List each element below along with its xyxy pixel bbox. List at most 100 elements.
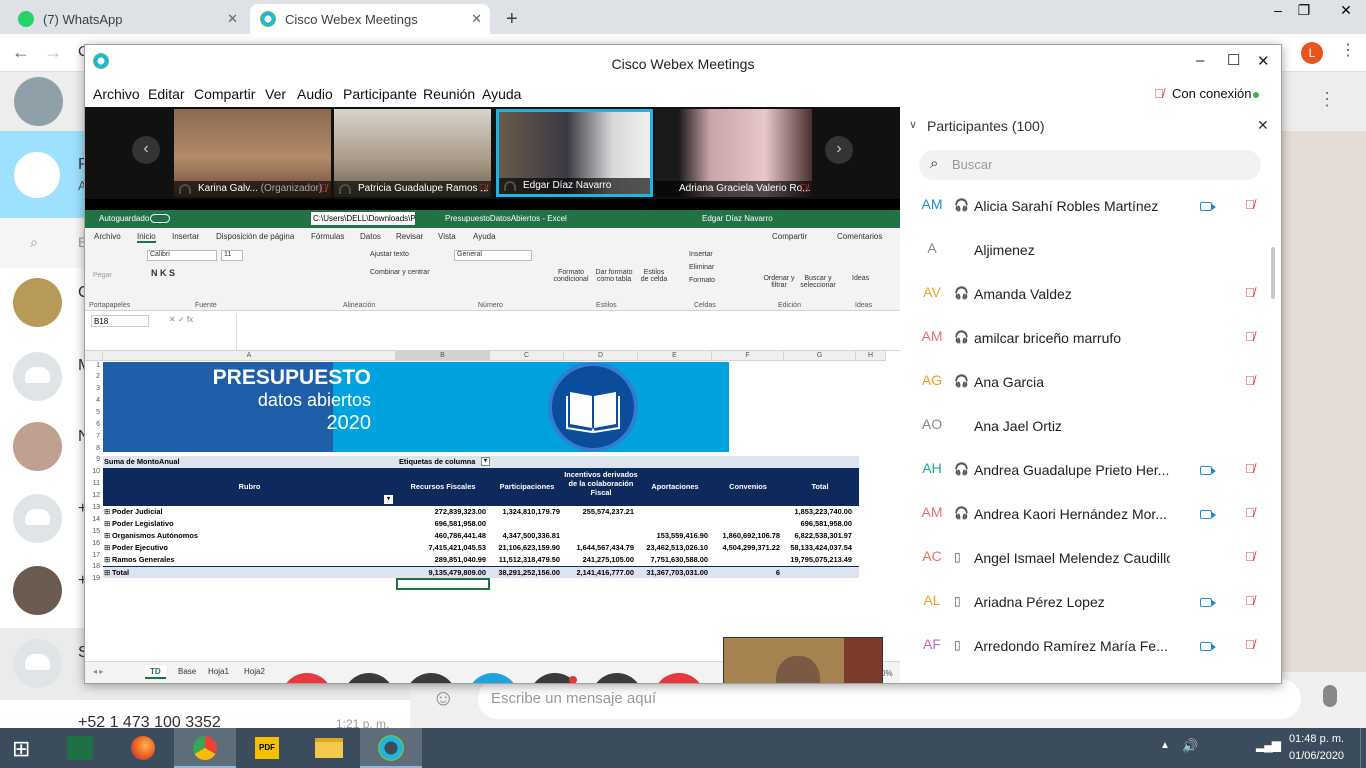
taskbar-webex[interactable]: [360, 728, 422, 768]
menu-icon[interactable]: ⋮: [1318, 89, 1336, 110]
chevron-down-icon[interactable]: ∨: [909, 118, 917, 131]
sheet-nav-icon[interactable]: ◂ ▸: [93, 667, 103, 676]
participant-row[interactable]: AV 🎧 Amanda Valdez 🎙̸: [900, 274, 1281, 318]
pivot-value-cell[interactable]: 23,462,513,026.10: [638, 542, 708, 554]
expand-icon[interactable]: ⊞: [104, 542, 110, 554]
avatar[interactable]: [13, 422, 62, 471]
column-header[interactable]: C: [490, 351, 564, 361]
column-header[interactable]: D: [564, 351, 638, 361]
chevron-right-icon[interactable]: ›: [825, 136, 853, 164]
network-icon[interactable]: ▂▄▆: [1256, 738, 1281, 752]
avatar[interactable]: [13, 278, 62, 327]
pivot-value-cell[interactable]: 2,141,416,777.00: [564, 567, 634, 579]
font-size-select[interactable]: 11: [221, 250, 243, 261]
column-header[interactable]: F: [712, 351, 784, 361]
mic-muted-icon[interactable]: 🎙̸: [1245, 461, 1255, 476]
ribbon-tab[interactable]: Archivo: [94, 232, 121, 241]
tray-chevron-icon[interactable]: ▲: [1160, 740, 1170, 751]
pivot-value-cell[interactable]: 31,367,703,031.00: [638, 567, 708, 579]
participant-row[interactable]: AL ▯ Ariadna Pérez Lopez 🎙̸: [900, 582, 1281, 626]
column-header[interactable]: G: [784, 351, 856, 361]
column-header[interactable]: B: [396, 351, 490, 361]
video-tile[interactable]: Adriana Graciela Valerio Ro... 🎙̸: [655, 109, 812, 197]
column-header[interactable]: A: [103, 351, 396, 361]
row-header[interactable]: 3: [85, 385, 103, 397]
ribbon-tab[interactable]: Fórmulas: [311, 232, 344, 241]
select-all-corner[interactable]: [85, 351, 103, 361]
new-tab-button[interactable]: +: [496, 4, 524, 34]
row-header[interactable]: 18: [85, 563, 103, 575]
avatar[interactable]: [13, 494, 62, 543]
close-tab-icon[interactable]: ✕: [227, 11, 238, 27]
row-header[interactable]: 6: [85, 421, 103, 433]
pivot-value-cell[interactable]: 241,275,105.00: [564, 554, 634, 566]
chevron-left-icon[interactable]: ‹: [132, 136, 160, 164]
connection-status[interactable]: Con conexión: [1172, 86, 1252, 101]
show-desktop-button[interactable]: [1360, 728, 1366, 768]
row-header[interactable]: 7: [85, 433, 103, 445]
formula-input[interactable]: [236, 314, 884, 350]
row-header[interactable]: 9: [85, 456, 103, 468]
mic-muted-icon[interactable]: 🎙̸: [1245, 285, 1255, 300]
pivot-value-cell[interactable]: 6: [712, 567, 780, 579]
scrollbar-thumb[interactable]: [1271, 247, 1275, 299]
participant-row[interactable]: AC ▯ Angel Ismael Melendez Caudillo 🎙̸: [900, 538, 1281, 582]
selected-cell[interactable]: [396, 578, 490, 590]
menu-ver[interactable]: Ver: [265, 86, 286, 102]
mic-muted-icon[interactable]: 🎙̸: [1245, 681, 1255, 683]
pivot-row-label[interactable]: Ramos Generales ⊞: [104, 554, 174, 566]
participant-row[interactable]: AM 🎧 amilcar briceño marrufo 🎙̸: [900, 318, 1281, 362]
ideas-button[interactable]: Ideas: [852, 275, 869, 282]
cell-styles-button[interactable]: Estilos de celda: [639, 269, 669, 283]
video-tile[interactable]: Patricia Guadalupe Ramos ... 🎙̸: [334, 109, 491, 197]
sheet-tab-active[interactable]: TD: [145, 665, 166, 679]
filter-dropdown-icon[interactable]: ▾: [384, 495, 393, 504]
close-window-icon[interactable]: ✕: [1257, 52, 1270, 70]
ribbon-tab[interactable]: Revisar: [396, 232, 423, 241]
mic-muted-icon[interactable]: 🎙̸: [1245, 593, 1255, 608]
pivot-value-cell[interactable]: 4,347,500,336.81: [490, 530, 560, 542]
video-tile-active[interactable]: Edgar Díaz Navarro: [496, 109, 653, 197]
column-header[interactable]: E: [638, 351, 712, 361]
mic-muted-icon[interactable]: 🎙̸: [1245, 197, 1255, 212]
participant-row[interactable]: AG 🎧 Ana Garcia 🎙̸: [900, 362, 1281, 406]
mic-muted-icon[interactable]: 🎙̸: [1245, 329, 1255, 344]
menu-ayuda[interactable]: Ayuda: [482, 86, 521, 102]
autosave-toggle[interactable]: [150, 214, 170, 223]
pivot-value-cell[interactable]: 696,581,958.00: [396, 518, 486, 530]
menu-participante[interactable]: Participante: [343, 86, 417, 102]
pivot-value-cell[interactable]: 153,559,416.90: [638, 530, 708, 542]
pivot-value-cell[interactable]: 19,795,075,213.49: [784, 554, 852, 566]
volume-icon[interactable]: 🔊: [1182, 738, 1198, 754]
name-box[interactable]: B18: [91, 315, 149, 327]
pivot-value-cell[interactable]: 11,512,318,479.50: [490, 554, 560, 566]
row-header[interactable]: 12: [85, 492, 103, 504]
filter-dropdown-icon[interactable]: ▾: [481, 457, 490, 466]
ribbon-tab[interactable]: Insertar: [172, 232, 199, 241]
pivot-value-cell[interactable]: 1,644,567,434.79: [564, 542, 634, 554]
find-select-button[interactable]: Buscar y seleccionar: [798, 275, 838, 289]
menu-compartir[interactable]: Compartir: [194, 86, 255, 102]
row-header[interactable]: 4: [85, 397, 103, 409]
bold-icon[interactable]: N K S: [151, 268, 175, 278]
pivot-value-cell[interactable]: 7,751,630,588.00: [638, 554, 708, 566]
expand-icon[interactable]: ⊞: [104, 554, 110, 566]
pivot-value-cell[interactable]: 255,574,237.21: [564, 506, 634, 518]
pivot-value-cell[interactable]: 4,504,299,371.22: [712, 542, 780, 554]
pivot-value-cell[interactable]: 21,106,623,159.90: [490, 542, 560, 554]
pivot-value-cell[interactable]: 289,851,040.99: [396, 554, 486, 566]
taskbar-explorer[interactable]: [298, 728, 360, 768]
tab-webex[interactable]: Cisco Webex Meetings ✕: [250, 4, 490, 34]
pivot-value-cell[interactable]: 1,860,692,106.78: [712, 530, 780, 542]
wrap-text-button[interactable]: Ajustar texto: [370, 251, 409, 258]
number-format-select[interactable]: General: [454, 250, 532, 261]
avatar[interactable]: [13, 566, 62, 615]
microphone-icon[interactable]: [1323, 685, 1337, 707]
participant-row[interactable]: A Aljimenez: [900, 230, 1281, 274]
sheet-tab[interactable]: Hoja1: [203, 665, 234, 679]
row-header[interactable]: 16: [85, 540, 103, 552]
sheet-tab[interactable]: Hoja2: [239, 665, 270, 679]
menu-reunion[interactable]: Reunión: [423, 86, 475, 102]
participant-search-input[interactable]: ⌕ Buscar: [919, 150, 1261, 180]
message-input[interactable]: Escribe un mensaje aquí: [478, 679, 1301, 719]
